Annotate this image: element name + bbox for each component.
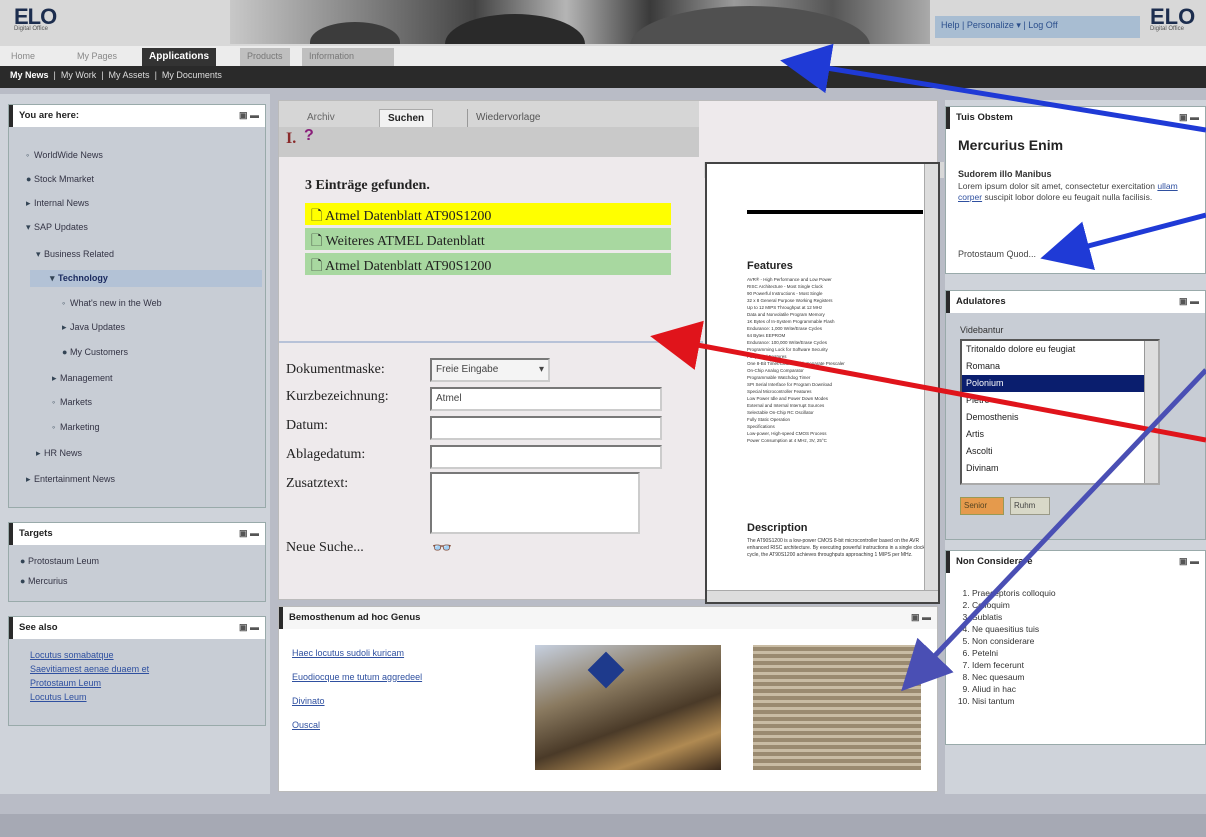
purple-arrow-photo xyxy=(901,368,1206,692)
blue-arrow-header xyxy=(780,43,1206,133)
annotation-arrows xyxy=(650,43,1206,692)
blue-arrow-portlet xyxy=(1040,212,1206,271)
red-arrow-search xyxy=(650,320,1206,443)
